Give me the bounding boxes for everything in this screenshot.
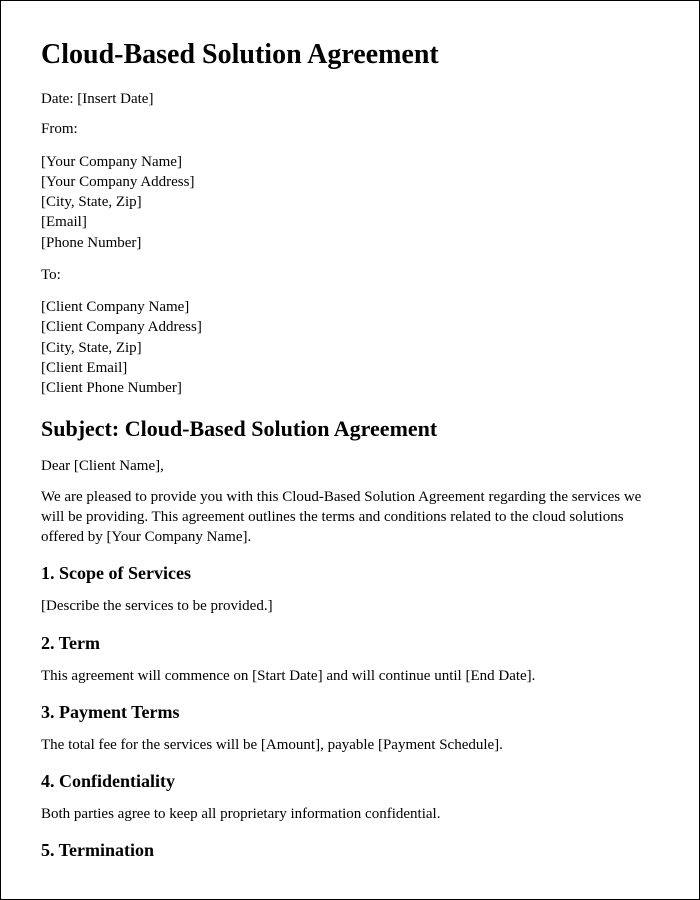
section-4-body: Both parties agree to keep all proprieta… bbox=[41, 804, 659, 824]
from-phone: [Phone Number] bbox=[41, 233, 659, 253]
date-line: Date: [Insert Date] bbox=[41, 89, 659, 109]
section-1-heading: 1. Scope of Services bbox=[41, 563, 659, 584]
section-1-body: [Describe the services to be provided.] bbox=[41, 596, 659, 616]
section-3-body: The total fee for the services will be [… bbox=[41, 735, 659, 755]
to-city: [City, State, Zip] bbox=[41, 338, 659, 358]
section-2-body: This agreement will commence on [Start D… bbox=[41, 666, 659, 686]
section-5-heading: 5. Termination bbox=[41, 840, 659, 861]
to-phone: [Client Phone Number] bbox=[41, 378, 659, 398]
from-city: [City, State, Zip] bbox=[41, 192, 659, 212]
from-email: [Email] bbox=[41, 212, 659, 232]
section-3-heading: 3. Payment Terms bbox=[41, 702, 659, 723]
document-title: Cloud-Based Solution Agreement bbox=[41, 39, 659, 71]
from-block: [Your Company Name] [Your Company Addres… bbox=[41, 152, 659, 253]
to-email: [Client Email] bbox=[41, 358, 659, 378]
from-address: [Your Company Address] bbox=[41, 172, 659, 192]
subject-heading: Subject: Cloud-Based Solution Agreement bbox=[41, 416, 659, 442]
to-label: To: bbox=[41, 265, 659, 285]
section-4-heading: 4. Confidentiality bbox=[41, 771, 659, 792]
document-page: Cloud-Based Solution Agreement Date: [In… bbox=[0, 0, 700, 900]
from-company: [Your Company Name] bbox=[41, 152, 659, 172]
to-company: [Client Company Name] bbox=[41, 297, 659, 317]
intro-paragraph: We are pleased to provide you with this … bbox=[41, 487, 659, 548]
section-2-heading: 2. Term bbox=[41, 633, 659, 654]
to-address: [Client Company Address] bbox=[41, 317, 659, 337]
salutation: Dear [Client Name], bbox=[41, 456, 659, 476]
from-label: From: bbox=[41, 119, 659, 139]
to-block: [Client Company Name] [Client Company Ad… bbox=[41, 297, 659, 398]
